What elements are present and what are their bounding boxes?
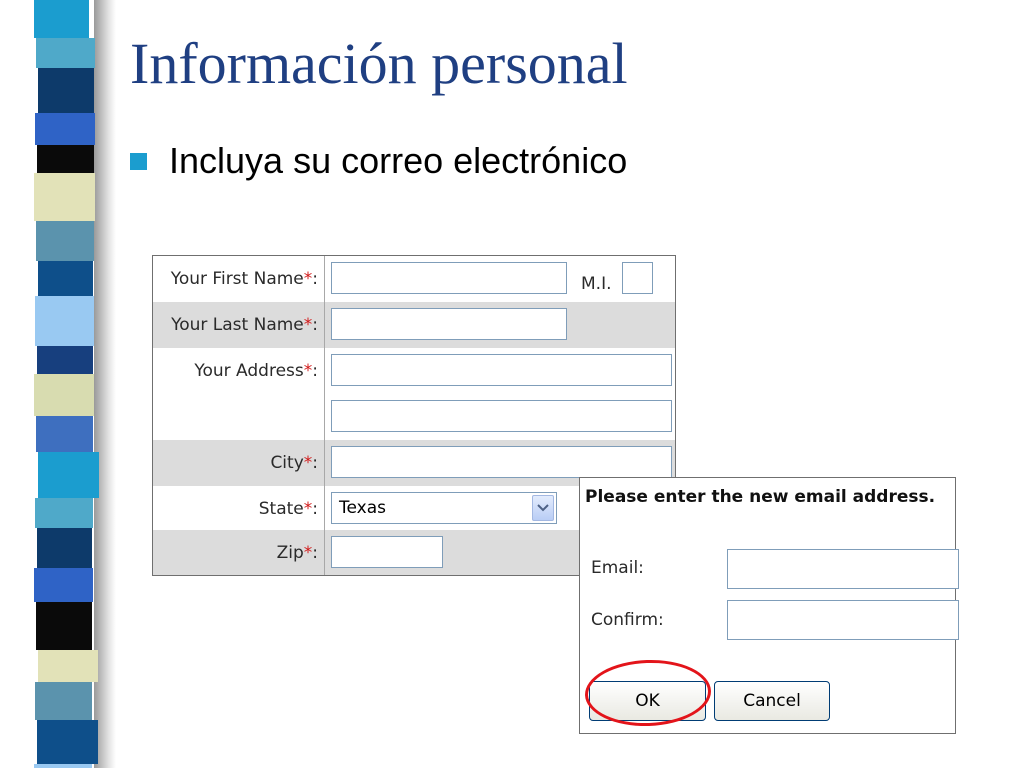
stripe-band <box>35 113 95 145</box>
mi-label: M.I. <box>581 274 612 294</box>
stripe-band <box>34 568 93 602</box>
stripe-band <box>38 261 93 296</box>
address-line2-input[interactable] <box>331 400 672 432</box>
state-select[interactable]: Texas <box>331 492 557 524</box>
last-name-label: Your Last Name*: <box>171 315 318 335</box>
state-select-value: Texas <box>339 498 386 518</box>
confirm-email-input[interactable] <box>727 600 959 640</box>
city-input[interactable] <box>331 446 672 478</box>
stripe-band <box>38 68 94 113</box>
stripe-band <box>38 452 99 498</box>
stripe-band <box>37 720 98 764</box>
last-name-row: Your Last Name*: <box>153 302 675 348</box>
stripe-band <box>35 498 93 528</box>
dropdown-arrow-icon[interactable] <box>532 495 554 521</box>
stripe-band <box>34 764 92 768</box>
stripe-band <box>34 374 94 416</box>
first-name-row: Your First Name*: M.I. <box>153 256 675 302</box>
stripe-band <box>35 296 94 346</box>
stripe-band <box>34 0 89 38</box>
last-name-input[interactable] <box>331 308 567 340</box>
cancel-button[interactable]: Cancel <box>714 681 830 721</box>
stripe-band <box>36 416 93 452</box>
stripe-band <box>35 682 92 720</box>
stripe-band <box>36 38 95 68</box>
address-row: Your Address*: <box>153 348 675 440</box>
stripe-band <box>37 346 93 374</box>
bullet-square-icon <box>130 152 147 170</box>
first-name-label: Your First Name*: <box>170 269 318 289</box>
bullet-item: Incluya su correo electrónico <box>130 140 627 182</box>
address-label: Your Address*: <box>194 361 318 381</box>
zip-input[interactable] <box>331 536 443 568</box>
stripe-band <box>38 650 98 682</box>
bullet-text: Incluya su correo electrónico <box>169 140 628 181</box>
email-input[interactable] <box>727 549 959 589</box>
email-label: Email: <box>591 558 644 578</box>
stripe-band <box>37 145 94 173</box>
first-name-input[interactable] <box>331 262 567 294</box>
stripe-band <box>36 221 94 261</box>
stripe-band <box>36 602 92 650</box>
stripe-band <box>34 173 95 221</box>
zip-label: Zip*: <box>276 543 318 563</box>
state-label: State*: <box>258 499 318 519</box>
middle-initial-input[interactable] <box>622 262 653 294</box>
city-label: City*: <box>270 453 318 473</box>
stripe-band <box>37 528 92 568</box>
confirm-label: Confirm: <box>591 610 664 630</box>
address-line1-input[interactable] <box>331 354 672 386</box>
slide-title: Información personal <box>130 31 628 96</box>
dialog-prompt: Please enter the new email address. <box>585 487 936 507</box>
decorative-stripe <box>0 0 118 768</box>
